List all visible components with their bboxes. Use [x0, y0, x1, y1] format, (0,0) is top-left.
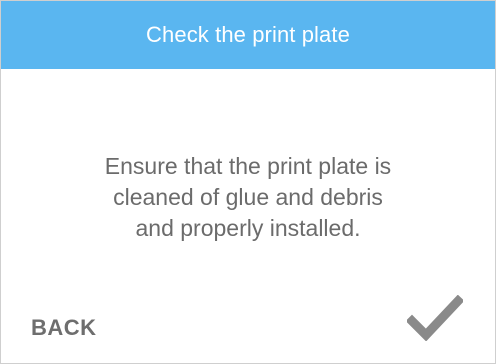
print-plate-dialog: Check the print plate Ensure that the pr…	[0, 0, 496, 364]
checkmark-icon	[407, 295, 463, 341]
dialog-title: Check the print plate	[146, 22, 350, 47]
message-line: Ensure that the print plate is	[104, 153, 392, 179]
message-line: and properly installed.	[135, 215, 361, 241]
confirm-button[interactable]	[407, 295, 463, 341]
back-button[interactable]: BACK	[31, 315, 97, 341]
instruction-message: Ensure that the print plate is cleaned o…	[41, 151, 455, 244]
message-line: cleaned of glue and debris	[113, 184, 383, 210]
title-bar: Check the print plate	[1, 1, 495, 69]
